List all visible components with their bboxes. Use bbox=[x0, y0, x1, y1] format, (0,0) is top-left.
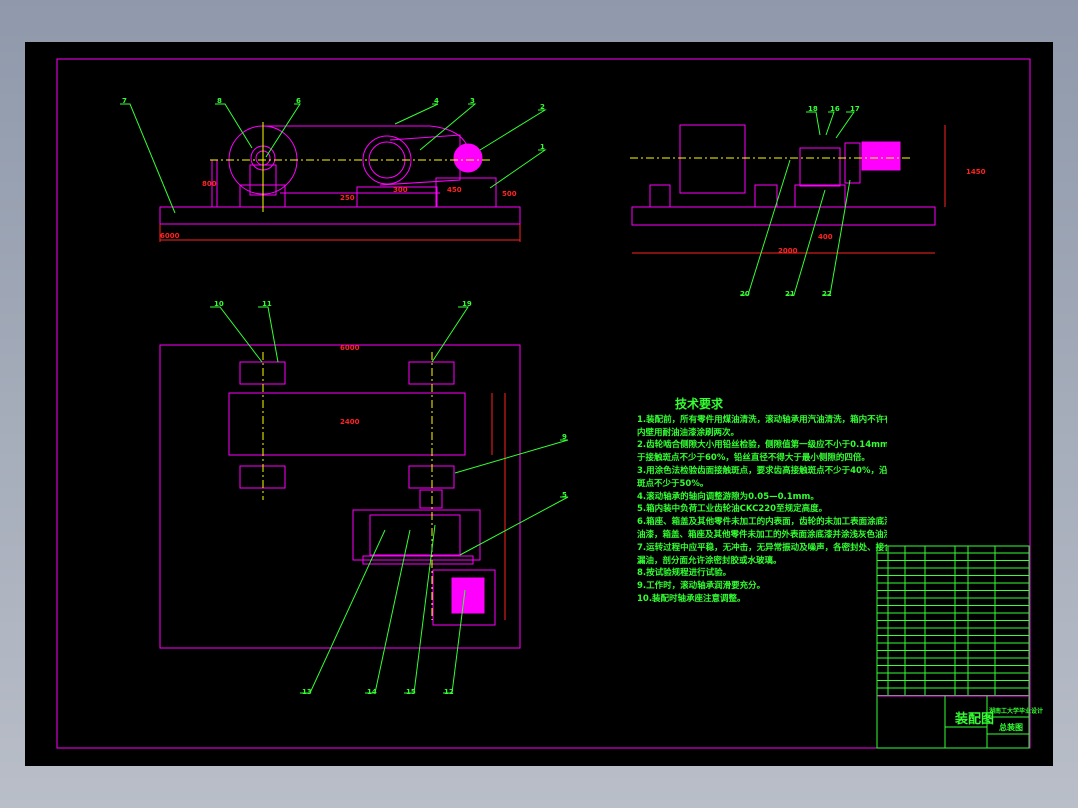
school-name: 湖南工大学毕业设计 bbox=[989, 708, 1044, 715]
callout-number: 10 bbox=[214, 300, 224, 308]
callout-number: 5 bbox=[562, 491, 567, 499]
plan-leaders bbox=[210, 306, 569, 694]
requirement-line: 内壁用耐油油漆涂刷两次。 bbox=[637, 427, 740, 438]
requirement-line: 3.用涂色法检验齿面接触斑点，要求齿高接触斑点不少于40%，沿齿长方向接触 bbox=[637, 465, 887, 476]
dimension-label: 2000 bbox=[778, 247, 798, 255]
requirement-line: 油漆，箱盖、箱座及其他零件未加工的外表面涂底漆并涂浅灰色油漆。 bbox=[637, 529, 887, 540]
callout-number: 16 bbox=[830, 105, 840, 113]
callout-number: 7 bbox=[122, 97, 127, 105]
parts-list-rows bbox=[877, 552, 1029, 696]
callout-number: 2 bbox=[540, 103, 545, 111]
callout-number: 21 bbox=[785, 290, 795, 298]
callout-number: 1 bbox=[540, 143, 545, 151]
callout-number: 3 bbox=[470, 97, 475, 105]
callout-number: 8 bbox=[217, 97, 222, 105]
dimension-label: 450 bbox=[447, 186, 462, 194]
callout-number: 12 bbox=[444, 688, 454, 696]
requirement-line: 6.箱座、箱盖及其他零件未加工的内表面，齿轮的未加工表面涂底漆并涂红色耐油 bbox=[637, 517, 887, 528]
dimension-label: 400 bbox=[818, 233, 833, 241]
dimension-label: 2400 bbox=[340, 418, 360, 426]
callout-number: 18 bbox=[808, 105, 818, 113]
requirement-line: 9.工作时，滚动轴承润滑要充分。 bbox=[637, 581, 766, 592]
callout-number: 14 bbox=[367, 688, 377, 696]
dimension-label: 6000 bbox=[340, 344, 360, 352]
side-leaders bbox=[740, 111, 855, 296]
callout-number: 6 bbox=[296, 97, 301, 105]
requirement-line: 于接触斑点不少于60%，铅丝直径不得大于最小侧隙的四倍。 bbox=[637, 453, 870, 464]
side-view bbox=[630, 124, 946, 254]
requirement-line: 8.按试验规程进行试验。 bbox=[637, 568, 732, 579]
requirement-line: 10.装配时轴承座注意调整。 bbox=[637, 593, 746, 604]
requirement-line: 漏油，剖分面允许涂密封胶或水玻璃。 bbox=[637, 555, 782, 566]
requirement-line: 4.滚动轴承的轴向调整游隙为0.05—0.1mm。 bbox=[637, 491, 819, 502]
requirements-title: 技术要求 bbox=[675, 397, 724, 411]
callout-number: 4 bbox=[434, 97, 439, 105]
callout-number: 17 bbox=[850, 105, 860, 113]
callout-number: 9 bbox=[562, 433, 567, 441]
requirement-line: 5.箱内装中负荷工业齿轮油CKC220至规定高度。 bbox=[637, 504, 828, 515]
dimension-label: 500 bbox=[502, 190, 517, 198]
callout-number: 11 bbox=[262, 300, 272, 308]
requirement-line: 1.装配前，所有零件用煤油清洗，滚动轴承用汽油清洗，箱内不许有任何杂物， bbox=[637, 414, 887, 425]
callout-number: 20 bbox=[740, 290, 750, 298]
callout-number: 15 bbox=[406, 688, 416, 696]
dimension-label: 6000 bbox=[160, 232, 180, 240]
cad-drawing bbox=[56, 58, 1031, 749]
requirement-line: 7.运转过程中应平稳，无冲击，无异常振动及噪声，各密封处、接合处均不得渗油、 bbox=[637, 542, 887, 553]
dimension-label: 1450 bbox=[966, 168, 986, 176]
plan-view bbox=[159, 344, 521, 649]
dimension-label: 300 bbox=[393, 186, 408, 194]
technical-requirements: 技术要求 1.装配前，所有零件用煤油清洗，滚动轴承用汽油清洗，箱内不许有任何杂物… bbox=[637, 398, 887, 606]
drawing-sheet: 技术要求 1.装配前，所有零件用煤油清洗，滚动轴承用汽油清洗，箱内不许有任何杂物… bbox=[25, 42, 1053, 766]
callout-number: 19 bbox=[462, 300, 472, 308]
callout-number: 13 bbox=[302, 688, 312, 696]
requirement-line: 斑点不少于50%。 bbox=[637, 478, 709, 489]
dimension-label: 250 bbox=[340, 194, 355, 202]
dimension-label: 800 bbox=[202, 180, 217, 188]
requirement-line: 2.齿轮啮合侧隙大小用铅丝检验，侧隙值第一级应不小于0.14mm，第二级应不小 bbox=[637, 440, 887, 451]
callout-number: 22 bbox=[822, 290, 832, 298]
assembly-name: 总装图 bbox=[999, 723, 1023, 732]
